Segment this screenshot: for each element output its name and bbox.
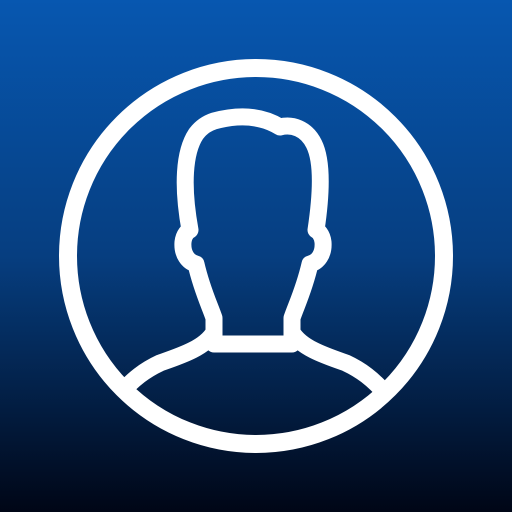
user-profile-icon xyxy=(0,0,512,512)
app-icon[interactable] xyxy=(0,0,512,512)
